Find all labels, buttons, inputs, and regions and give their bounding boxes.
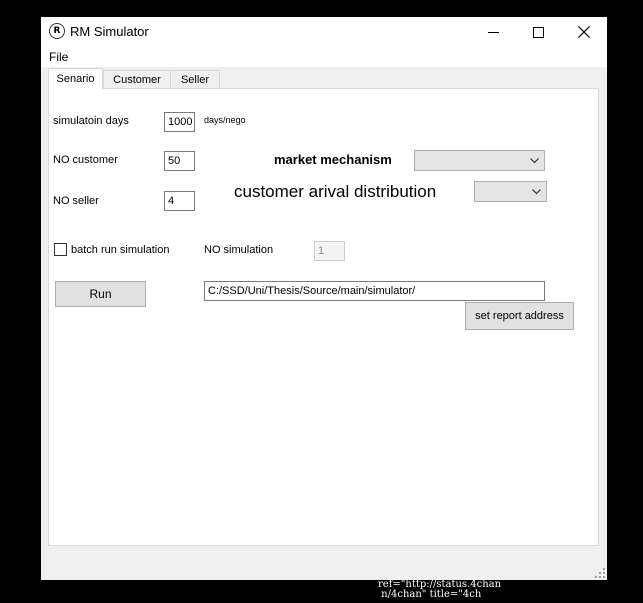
tab-senario[interactable]: Senario <box>48 68 103 90</box>
no-simulation-label: NO simulation <box>204 244 274 256</box>
no-seller-label: NO seller <box>53 195 99 207</box>
arrival-distribution-select[interactable] <box>474 181 547 202</box>
minimize-icon <box>487 31 499 33</box>
senario-panel: simulatoin days 1000 days/nego NO custom… <box>48 88 599 546</box>
run-button[interactable]: Run <box>55 281 146 307</box>
maximize-button[interactable] <box>515 17 561 47</box>
simulation-days-input[interactable]: 1000 <box>164 112 195 132</box>
chevron-down-icon <box>530 158 539 164</box>
tab-customer[interactable]: Customer <box>103 70 171 89</box>
simulation-days-unit: days/nego <box>204 115 246 125</box>
close-button[interactable] <box>561 17 607 47</box>
arrival-distribution-label: customer arival distribution <box>234 182 437 201</box>
menu-bar: File <box>41 47 607 67</box>
market-mechanism-label: market mechanism <box>274 152 392 167</box>
simulation-days-label: simulatoin days <box>53 115 129 127</box>
minimize-button[interactable] <box>470 17 516 47</box>
batch-run-checkbox[interactable] <box>54 243 67 256</box>
status-bar <box>41 549 607 580</box>
app-icon: R <box>49 23 65 39</box>
chevron-down-icon <box>532 189 541 195</box>
menu-file[interactable]: File <box>49 50 68 64</box>
no-customer-label: NO customer <box>53 154 118 166</box>
no-customer-input[interactable]: 50 <box>164 151 195 171</box>
set-report-address-button[interactable]: set report address <box>465 302 574 330</box>
no-simulation-input: 1 <box>314 241 345 261</box>
maximize-icon <box>532 26 544 38</box>
app-window: R RM Simulator File Senario Customer Sel… <box>41 17 607 580</box>
overlay-source-text: ref="http://status.4chan n/4chan" title=… <box>378 579 502 600</box>
resize-grip-icon[interactable] <box>595 568 605 578</box>
batch-run-label: batch run simulation <box>71 244 170 256</box>
report-path-input[interactable]: C:/SSD/Uni/Thesis/Source/main/simulator/ <box>204 281 545 301</box>
close-icon <box>578 26 590 38</box>
market-mechanism-select[interactable] <box>414 150 545 171</box>
no-seller-input[interactable]: 4 <box>164 191 195 211</box>
tab-seller[interactable]: Seller <box>170 70 220 89</box>
window-title: RM Simulator <box>70 24 149 39</box>
title-bar[interactable]: R RM Simulator <box>41 17 607 47</box>
